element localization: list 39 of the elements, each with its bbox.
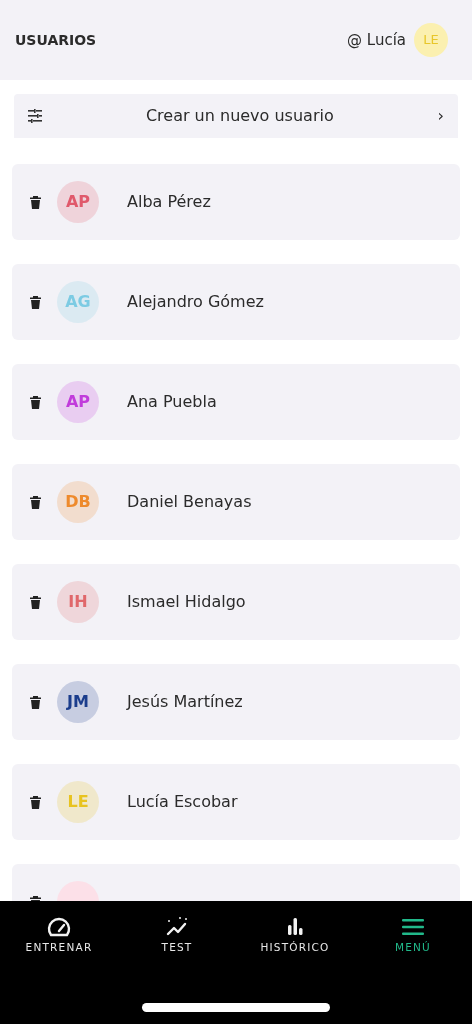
trash-icon[interactable] bbox=[30, 395, 41, 409]
nav-tab[interactable]: TEST bbox=[118, 901, 236, 957]
user-avatar: AG bbox=[57, 281, 99, 323]
nav-tab[interactable]: ENTRENAR bbox=[0, 901, 118, 957]
gauge-icon bbox=[47, 915, 71, 937]
user-name: Daniel Benayas bbox=[127, 491, 252, 513]
user-avatar: AP bbox=[57, 381, 99, 423]
user-name: Jesús Martínez bbox=[127, 691, 243, 713]
nav-tab[interactable]: MENÚ bbox=[354, 901, 472, 957]
user-name: Lucía Escobar bbox=[127, 791, 238, 813]
user-avatar: IH bbox=[57, 581, 99, 623]
user-card[interactable]: IH Ismael Hidalgo bbox=[12, 564, 460, 640]
trash-icon[interactable] bbox=[30, 495, 41, 509]
user-card[interactable]: AP Ana Puebla bbox=[12, 364, 460, 440]
user-card[interactable]: JM Jesús Martínez bbox=[12, 664, 460, 740]
user-name: Ismael Hidalgo bbox=[127, 591, 246, 613]
user-card[interactable]: LE Lucía Escobar bbox=[12, 764, 460, 840]
trash-icon[interactable] bbox=[30, 195, 41, 209]
username-label: @ Lucía bbox=[347, 29, 406, 51]
trash-icon[interactable] bbox=[30, 595, 41, 609]
user-avatar: DB bbox=[57, 481, 99, 523]
create-user-button[interactable]: Crear un nuevo usuario › bbox=[14, 94, 458, 138]
chevron-icon: › bbox=[437, 104, 444, 128]
sliders-icon bbox=[28, 109, 42, 123]
sparkle-line-icon bbox=[165, 915, 189, 937]
user-name: Alba Pérez bbox=[127, 191, 211, 213]
trash-icon[interactable] bbox=[30, 295, 41, 309]
user-name: Ana Puebla bbox=[127, 391, 217, 413]
user-avatar: AP bbox=[57, 181, 99, 223]
user-card[interactable]: DB Daniel Benayas bbox=[12, 464, 460, 540]
trash-icon[interactable] bbox=[30, 695, 41, 709]
user-card[interactable]: AP Alba Pérez bbox=[12, 164, 460, 240]
user-name: Alejandro Gómez bbox=[127, 291, 264, 313]
user-avatar: LE bbox=[57, 781, 99, 823]
page-title: USUARIOS bbox=[15, 30, 97, 50]
trash-icon[interactable] bbox=[30, 795, 41, 809]
nav-tab[interactable]: HISTÓRICO bbox=[236, 901, 354, 957]
user-card[interactable]: AG Alejandro Gómez bbox=[12, 264, 460, 340]
user-avatar: JM bbox=[57, 681, 99, 723]
